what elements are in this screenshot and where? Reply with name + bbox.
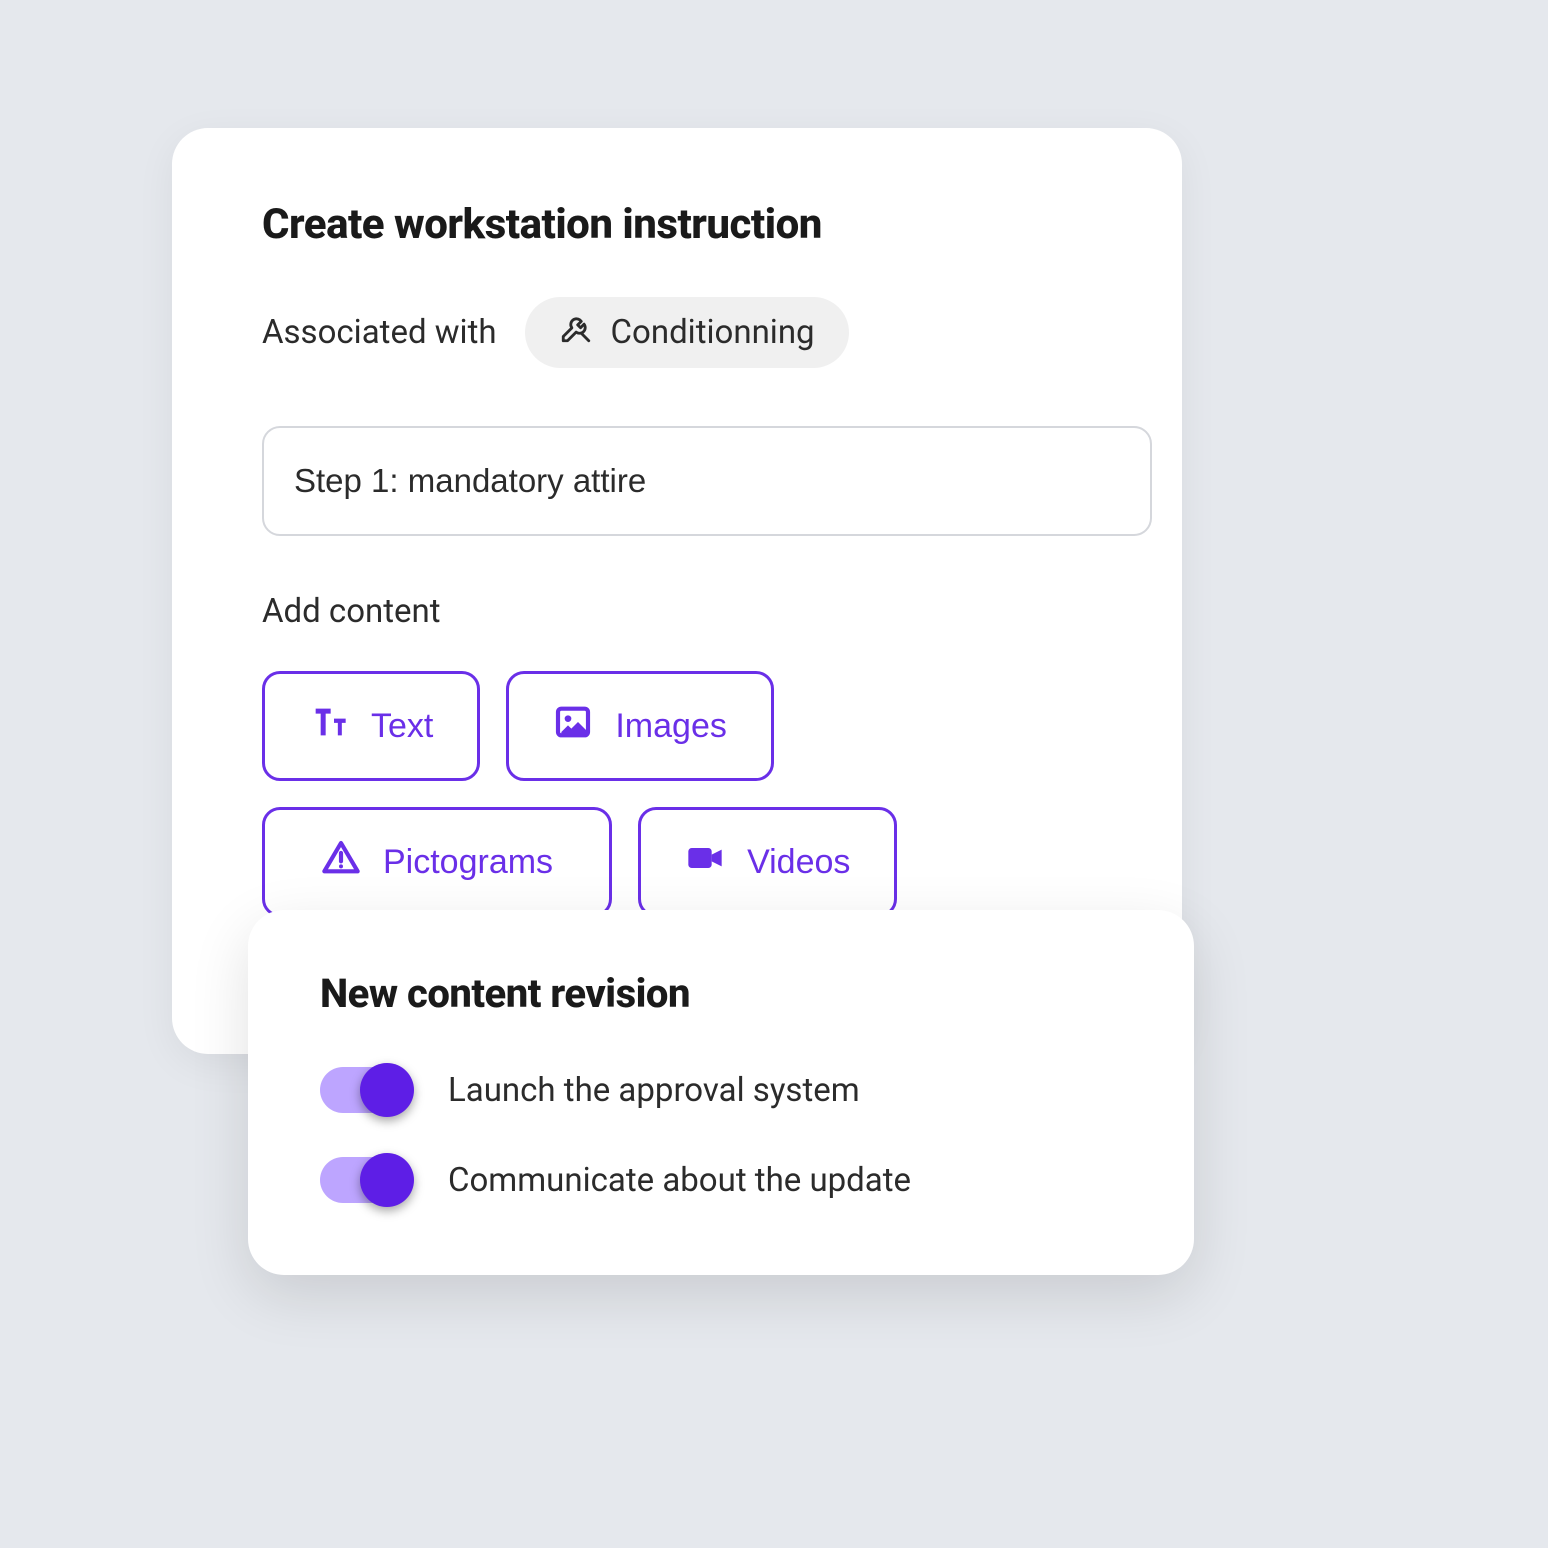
- toggle-label: Launch the approval system: [448, 1071, 860, 1110]
- warning-triangle-icon: [321, 838, 361, 887]
- associated-chip-label: Conditionning: [611, 313, 815, 352]
- content-tile-label: Pictograms: [383, 843, 553, 882]
- step-title-input[interactable]: [262, 426, 1152, 536]
- toggle-label: Communicate about the update: [448, 1161, 911, 1200]
- text-icon: [309, 702, 349, 751]
- toggle-knob: [360, 1063, 414, 1117]
- toggle-row-communicate-update: Communicate about the update: [320, 1157, 1122, 1203]
- page-title: Create workstation instruction: [262, 200, 1092, 249]
- tools-icon: [559, 311, 593, 354]
- toggle-launch-approval[interactable]: [320, 1067, 408, 1113]
- content-tile-label: Videos: [747, 843, 850, 882]
- associated-with-label: Associated with: [262, 313, 497, 352]
- image-icon: [553, 702, 593, 751]
- revision-overlay-card: New content revision Launch the approval…: [248, 910, 1194, 1275]
- toggle-communicate-update[interactable]: [320, 1157, 408, 1203]
- content-tile-text[interactable]: Text: [262, 671, 480, 781]
- associated-with-row: Associated with Conditionning: [262, 297, 1092, 368]
- content-tile-pictograms[interactable]: Pictograms: [262, 807, 612, 917]
- toggle-row-launch-approval: Launch the approval system: [320, 1067, 1122, 1113]
- associated-chip[interactable]: Conditionning: [525, 297, 849, 368]
- content-tile-images[interactable]: Images: [506, 671, 774, 781]
- content-tile-videos[interactable]: Videos: [638, 807, 897, 917]
- video-camera-icon: [685, 838, 725, 887]
- overlay-title: New content revision: [320, 970, 1122, 1017]
- content-tile-label: Text: [371, 707, 433, 746]
- toggle-knob: [360, 1153, 414, 1207]
- content-tile-label: Images: [615, 707, 727, 746]
- add-content-label: Add content: [262, 592, 1092, 631]
